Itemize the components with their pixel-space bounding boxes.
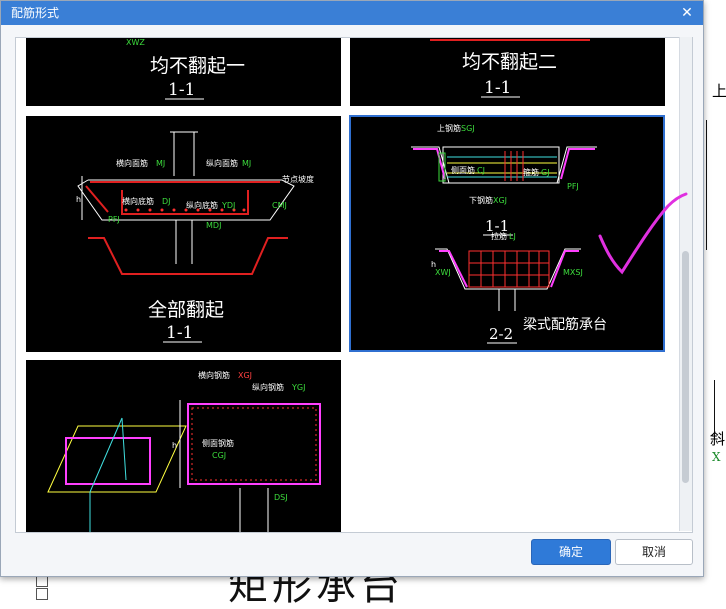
check-mark-annotation <box>598 192 688 275</box>
